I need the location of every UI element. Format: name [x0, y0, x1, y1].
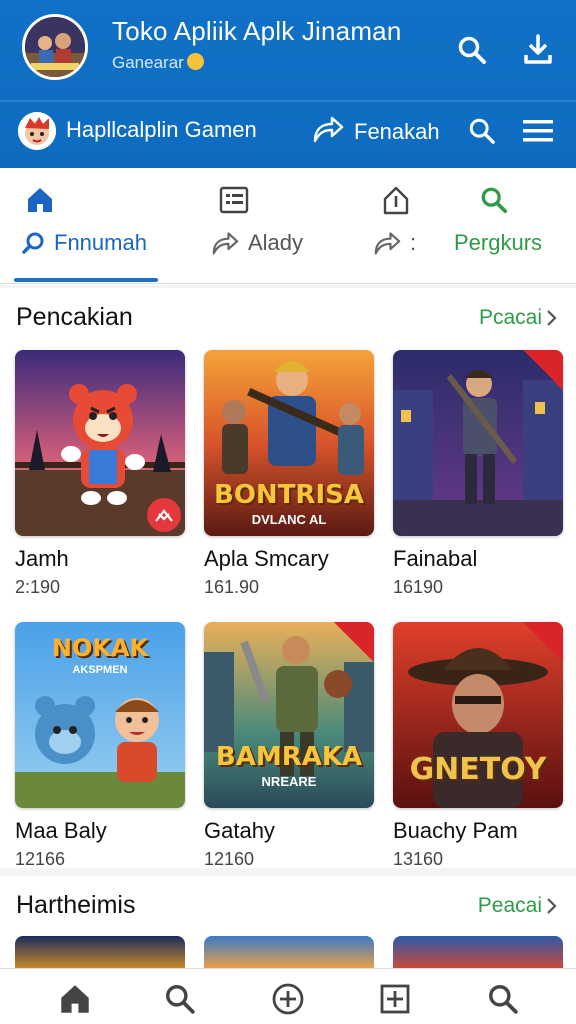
game-thumbnail[interactable]: NOKAK AKSPMEN — [15, 622, 185, 808]
game-name: Jamh — [15, 546, 69, 571]
search-icon — [478, 184, 510, 216]
game-name: Buachy Pam — [393, 818, 518, 843]
game-thumbnail[interactable] — [15, 350, 185, 536]
add-box-icon[interactable] — [377, 981, 413, 1017]
app-logo — [22, 14, 88, 80]
chevron-right-icon — [547, 310, 557, 326]
tab-pergkurs[interactable]: Pergkurs — [446, 168, 576, 284]
home-icon — [24, 184, 56, 216]
tab-share[interactable]: : — [360, 168, 450, 284]
share-icon — [312, 114, 344, 149]
section-title: Pencakian — [16, 303, 133, 331]
game-thumbnail[interactable] — [393, 350, 563, 536]
user-name[interactable]: Hapllcalplin Gamen — [66, 117, 257, 143]
game-name: Maa Baly — [15, 818, 107, 843]
game-thumbnail[interactable] — [15, 936, 185, 968]
download-icon[interactable] — [518, 30, 558, 70]
tab-label: Fnnumah — [54, 230, 147, 255]
search-icon — [22, 232, 44, 254]
game-thumbnail[interactable]: BONTRISA DVLANC AL — [204, 350, 374, 536]
game-art-subtitle: DVLANC AL — [251, 512, 327, 527]
app-subtitle: Ganearar — [112, 53, 204, 73]
tab-label: : — [410, 230, 417, 255]
game-name: Apla Smcary — [204, 546, 329, 571]
avatar[interactable] — [18, 112, 56, 150]
smiley-icon — [186, 53, 204, 70]
share-icon — [374, 232, 401, 255]
game-meta: 161.90 — [204, 577, 260, 597]
tab-label: Alady — [248, 230, 304, 255]
game-meta: 16190 — [393, 577, 444, 597]
corner-badge — [334, 622, 374, 662]
header-divider — [0, 100, 576, 102]
share-button[interactable]: Fenakah — [312, 114, 440, 149]
game-art-title: NOKAK — [51, 634, 149, 662]
game-name: Gatahy — [204, 818, 275, 843]
see-all-label: Peacai — [477, 894, 542, 917]
list-icon — [218, 184, 250, 216]
corner-badge — [523, 622, 563, 662]
section-title: Hartheimis — [16, 891, 136, 919]
bookmark-icon[interactable] — [147, 498, 181, 532]
game-meta: 2:190 — [15, 577, 61, 597]
see-all-link[interactable]: Pcacai — [479, 306, 558, 330]
search-icon[interactable] — [485, 981, 521, 1017]
app-subtitle-text: Ganearar — [112, 53, 184, 72]
tab-alady[interactable]: Alady — [190, 168, 320, 284]
game-art-subtitle: AKSPMEN — [72, 664, 128, 676]
share-icon — [212, 232, 239, 255]
bottom-navigation — [0, 968, 576, 1024]
game-thumbnail[interactable]: GNETOY — [393, 622, 563, 808]
search-icon[interactable] — [452, 30, 492, 70]
see-all-label: Pcacai — [478, 306, 542, 329]
search-icon[interactable] — [462, 111, 502, 151]
menu-icon[interactable] — [518, 111, 558, 151]
app-header: Toko Apliik Aplk Jinaman Ganearar Hapllc… — [0, 0, 576, 168]
game-meta: 12166 — [15, 849, 66, 869]
game-meta: 12160 — [204, 849, 255, 869]
tab-label: Pergkurs — [454, 230, 543, 255]
game-thumbnail[interactable] — [393, 936, 563, 968]
see-all-link[interactable]: Peacai — [478, 894, 558, 918]
game-art-title: GNETOY — [409, 752, 547, 787]
partial-card-row — [0, 936, 576, 968]
tab-bar: Fnnumah Alady : Pergkurs — [0, 168, 576, 284]
game-art-title: BONTRISA — [214, 480, 364, 510]
upload-icon — [380, 184, 412, 216]
game-art-subtitle: NREARE — [261, 774, 317, 789]
home-icon[interactable] — [57, 981, 93, 1017]
tab-home[interactable]: Fnnumah — [0, 168, 150, 284]
section-pencakian: Pencakian Pcacai Jamh 2:190 BONTRISA DVL… — [0, 288, 576, 869]
game-meta: 13160 — [393, 849, 444, 869]
game-thumbnail[interactable]: BAMRAKA NREARE — [204, 622, 374, 808]
game-art-title: BAMRAKA — [215, 742, 363, 772]
chevron-right-icon — [547, 898, 557, 914]
corner-badge — [523, 350, 563, 390]
active-tab-indicator — [14, 278, 158, 282]
share-label: Fenakah — [354, 118, 440, 144]
app-title: Toko Apliik Aplk Jinaman — [112, 16, 402, 46]
game-thumbnail[interactable] — [204, 936, 374, 968]
add-circle-icon[interactable] — [270, 981, 306, 1017]
game-name: Fainabal — [393, 546, 478, 571]
search-icon[interactable] — [162, 981, 198, 1017]
